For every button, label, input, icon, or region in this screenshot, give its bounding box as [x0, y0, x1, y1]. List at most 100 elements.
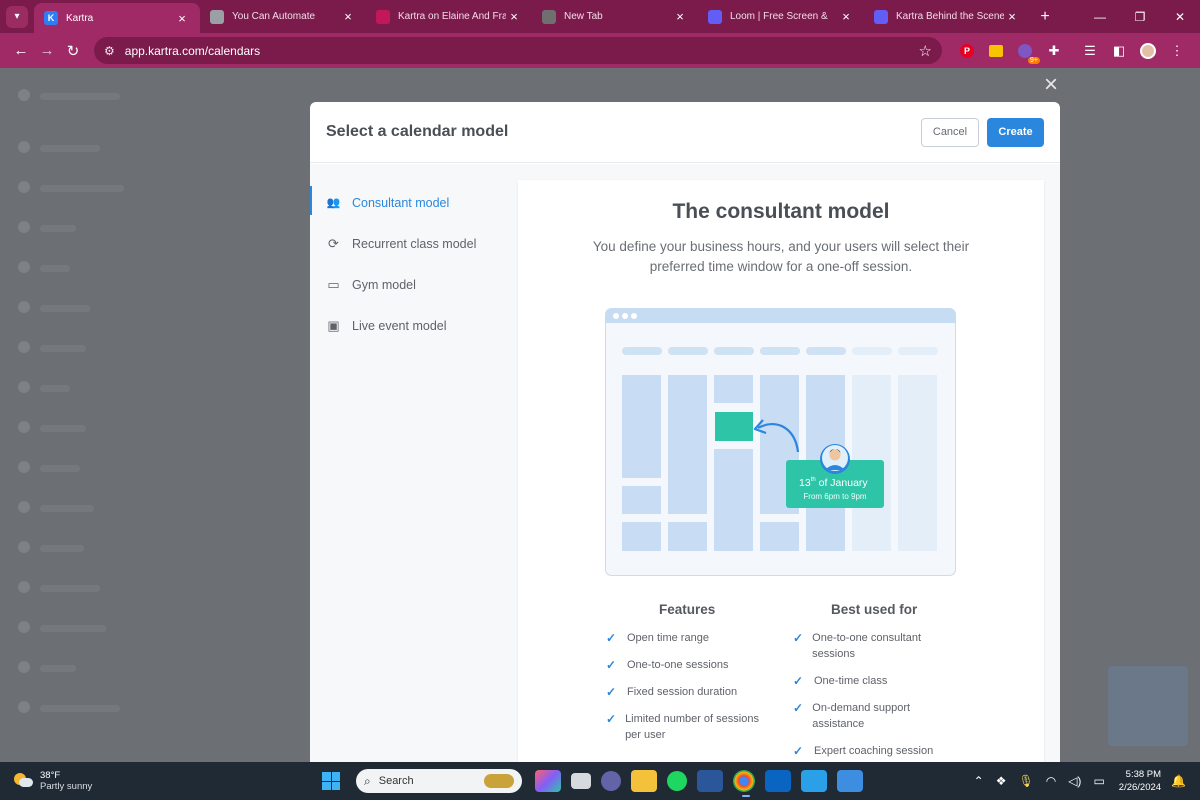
word-icon[interactable] [697, 770, 723, 792]
back-icon[interactable]: ← [8, 42, 34, 59]
tab-search-button[interactable]: ▾ [6, 5, 28, 28]
tab-close-icon[interactable]: × [174, 11, 190, 26]
bg-nav-item [18, 580, 128, 593]
address-bar[interactable]: ⚙ app.kartra.com/calendars ☆ [94, 37, 942, 64]
date-day: 13 [799, 477, 811, 489]
tab-title: Kartra [66, 12, 94, 24]
model-option-label: Live event model [352, 318, 447, 333]
weather-temperature: 38°F [40, 769, 61, 781]
bg-nav-item [18, 180, 128, 193]
features-heading: Features [659, 602, 716, 617]
snipping-tool-icon[interactable] [837, 770, 863, 792]
create-button[interactable]: Create [987, 117, 1044, 147]
tab-favicon-icon [376, 9, 390, 24]
microphone-icon[interactable]: 🎙 [1018, 774, 1033, 788]
consultant-calendar-illustration: 13th of January From 6pm to 9pm [605, 308, 956, 576]
tab-close-icon[interactable]: × [340, 9, 356, 24]
browser-toolbar: ← → ↻ ⚙ app.kartra.com/calendars ☆ P 9+ … [0, 33, 1200, 68]
spotify-icon[interactable] [667, 771, 687, 791]
bg-logo [18, 88, 128, 101]
tab-close-icon[interactable]: × [672, 9, 688, 24]
bg-nav-item [18, 660, 128, 673]
clock[interactable]: 5:38 PM 2/26/2024 [1119, 768, 1161, 794]
calendar-icon: ▭ [327, 276, 340, 292]
browser-tab[interactable]: You Can Automate × [200, 0, 366, 33]
weather-widget[interactable]: 38°F Partly sunny [14, 770, 92, 793]
check-icon: ✓ [793, 701, 804, 715]
bg-nav-item [18, 340, 128, 353]
copilot-icon[interactable] [535, 770, 561, 792]
taskbar-search[interactable]: ⌕ Search [356, 769, 522, 793]
news-icon[interactable] [801, 770, 827, 792]
tab-close-icon[interactable]: × [1004, 9, 1020, 24]
model-option-label: Consultant model [352, 195, 450, 210]
file-explorer-icon[interactable] [631, 770, 657, 792]
browser-tab[interactable]: Kartra on Elaine And Fran × [366, 0, 532, 33]
new-tab-button[interactable]: + [1030, 8, 1060, 26]
cancel-button[interactable]: Cancel [921, 117, 979, 147]
tab-title: You Can Automate [232, 11, 316, 22]
weather-description: Partly sunny [40, 780, 93, 792]
outlook-icon[interactable] [765, 770, 791, 792]
bg-nav-item [18, 540, 128, 553]
extension-badge: 9+ [1028, 56, 1040, 64]
side-panel-icon[interactable]: ◧ [1105, 41, 1133, 61]
list-item-text: One-time class [814, 675, 888, 687]
chevron-up-icon[interactable]: ⌃ [974, 774, 984, 788]
reload-icon[interactable]: ↻ [60, 42, 86, 60]
dialog-body: 👥 Consultant model ⟳ Recurrent class model ▭… [310, 164, 1060, 762]
site-settings-icon[interactable]: ⚙ [104, 44, 115, 58]
browser-menu-icon[interactable]: ⋮ [1163, 41, 1191, 61]
best-used-list: ✓ One-to-one consultant sessions ✓ One-time… [793, 630, 943, 762]
media-controls-icon[interactable]: ☰ [1076, 41, 1104, 61]
tab-close-icon[interactable]: × [506, 9, 522, 24]
browser-tab[interactable]: New Tab × [532, 0, 698, 33]
tab-favicon-icon [542, 9, 556, 24]
pinterest-extension-icon[interactable]: P [953, 41, 981, 61]
clock-time: 5:38 PM [1125, 769, 1162, 780]
battery-icon[interactable]: ▭ [1093, 774, 1104, 788]
bg-nav-item [18, 700, 128, 713]
list-item: ✓ One-to-one sessions [606, 657, 766, 673]
extension-badge-icon[interactable]: 9+ [1011, 41, 1040, 64]
notification-bell-icon[interactable]: 🔔 [1171, 774, 1186, 788]
wifi-icon[interactable]: ◠ [1046, 774, 1056, 788]
model-option-consultant-model[interactable]: 👥 Consultant model [310, 182, 510, 223]
task-view-icon[interactable] [571, 773, 591, 789]
minimize-icon[interactable]: — [1080, 10, 1120, 24]
list-item: ✓ Fixed session duration [606, 684, 766, 700]
profile-avatar[interactable] [1134, 41, 1162, 61]
volume-icon[interactable]: ◁) [1068, 774, 1081, 788]
list-item: ✓ Limited number of sessions per user [606, 711, 766, 743]
bookmark-star-icon[interactable]: ☆ [919, 42, 932, 60]
bg-nav-item [18, 460, 128, 473]
extensions-puzzle-icon[interactable]: ✚ [1040, 41, 1068, 61]
clock-date: 2/26/2024 [1118, 782, 1162, 793]
time-range: From 6pm to 9pm [803, 492, 866, 501]
dropbox-icon[interactable]: ❖ [996, 774, 1007, 788]
model-option-recurrent-class-model[interactable]: ⟳ Recurrent class model [310, 223, 510, 264]
list-item-text: Fixed session duration [627, 686, 738, 698]
modal-close-icon[interactable]: × [1040, 73, 1062, 97]
tab-title: New Tab [564, 11, 603, 22]
model-option-live-event-model[interactable]: ▣ Live event model [310, 305, 510, 346]
browser-tab[interactable]: Kartra Behind the Scenes × [864, 0, 1030, 33]
tab-close-icon[interactable]: × [838, 9, 854, 24]
teams-icon[interactable] [601, 771, 621, 791]
notes-extension-icon[interactable] [982, 41, 1010, 61]
partly-sunny-icon [14, 773, 34, 789]
chrome-icon[interactable] [733, 770, 755, 797]
restore-icon[interactable]: ❐ [1120, 10, 1160, 24]
check-icon: ✓ [793, 631, 804, 645]
close-window-icon[interactable]: ✕ [1160, 10, 1200, 24]
model-option-gym-model[interactable]: ▭ Gym model [310, 264, 510, 305]
booked-slot [715, 412, 753, 441]
list-item: ✓ One-to-one consultant sessions [793, 630, 943, 662]
windows-start-icon[interactable] [322, 772, 340, 790]
browser-tab[interactable]: K Kartra × [34, 3, 200, 33]
list-item-text: One-to-one consultant sessions [812, 632, 922, 660]
browser-tab[interactable]: Loom | Free Screen & × [698, 0, 864, 33]
forward-icon[interactable]: → [34, 42, 60, 59]
check-icon: ✓ [606, 658, 617, 672]
bg-nav-item [18, 260, 128, 273]
